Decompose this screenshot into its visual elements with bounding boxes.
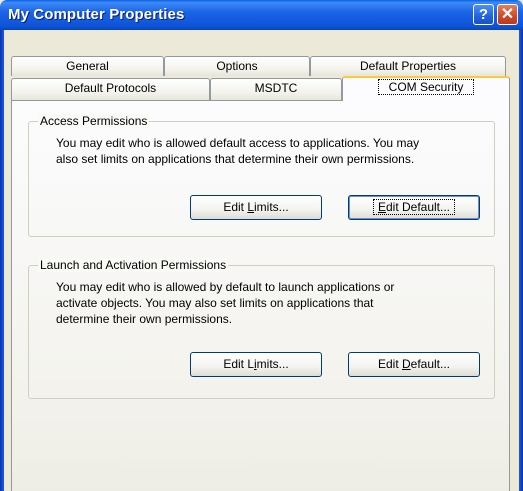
tab-label: Default Properties (359, 59, 457, 73)
window-frame-left (0, 30, 4, 491)
tab-com-security[interactable]: COM Security (342, 76, 510, 101)
access-permissions-legend: Access Permissions (38, 114, 150, 128)
window-title: My Computer Properties (8, 6, 185, 23)
tab-label: MSDTC (254, 81, 298, 95)
button-label: Edit Limits... (223, 357, 289, 371)
description-line: You may edit who is allowed by default t… (56, 280, 395, 294)
window-frame-right (519, 30, 523, 491)
description-line: determine their own permissions. (56, 312, 233, 326)
button-label: Edit Default... (377, 357, 451, 371)
tab-label: Default Protocols (64, 81, 157, 95)
tab-label: General (66, 59, 109, 73)
button-label: Edit Limits... (223, 200, 289, 214)
com-security-panel: Access Permissions You may edit who is a… (11, 100, 510, 491)
access-edit-limits-button[interactable]: Edit Limits... (190, 195, 322, 220)
close-icon: ✕ (500, 6, 515, 23)
tab-default-protocols[interactable]: Default Protocols (11, 78, 210, 100)
tab-msdtc[interactable]: MSDTC (210, 78, 342, 100)
description-line: activate objects. You may also set limit… (56, 296, 374, 310)
tab-label: Options (216, 59, 258, 73)
launch-edit-default-button[interactable]: Edit Default... (348, 352, 480, 377)
question-mark-icon: ? (478, 6, 489, 23)
access-permissions-description: You may edit who is allowed default acce… (56, 135, 419, 167)
tab-general[interactable]: General (11, 56, 164, 76)
title-bar[interactable]: My Computer Properties ? ✕ (0, 0, 523, 30)
button-label: Edit Default... (372, 199, 456, 215)
help-button[interactable]: ? (473, 4, 494, 25)
properties-dialog: My Computer Properties ? ✕ General Optio… (0, 0, 523, 491)
launch-permissions-group: Launch and Activation Permissions You ma… (28, 258, 495, 399)
launch-permissions-legend: Launch and Activation Permissions (38, 258, 229, 272)
launch-edit-limits-button[interactable]: Edit Limits... (190, 352, 322, 377)
launch-permissions-description: You may edit who is allowed by default t… (56, 279, 394, 327)
access-permissions-group: Access Permissions You may edit who is a… (28, 114, 495, 237)
description-line: You may edit who is allowed default acce… (56, 136, 420, 150)
description-line: also set limits on applications that det… (56, 152, 415, 166)
tab-default-properties[interactable]: Default Properties (310, 56, 506, 76)
tab-options[interactable]: Options (164, 56, 310, 76)
access-edit-default-button[interactable]: Edit Default... (348, 195, 480, 220)
close-button[interactable]: ✕ (497, 4, 518, 25)
tab-label: COM Security (377, 79, 475, 95)
